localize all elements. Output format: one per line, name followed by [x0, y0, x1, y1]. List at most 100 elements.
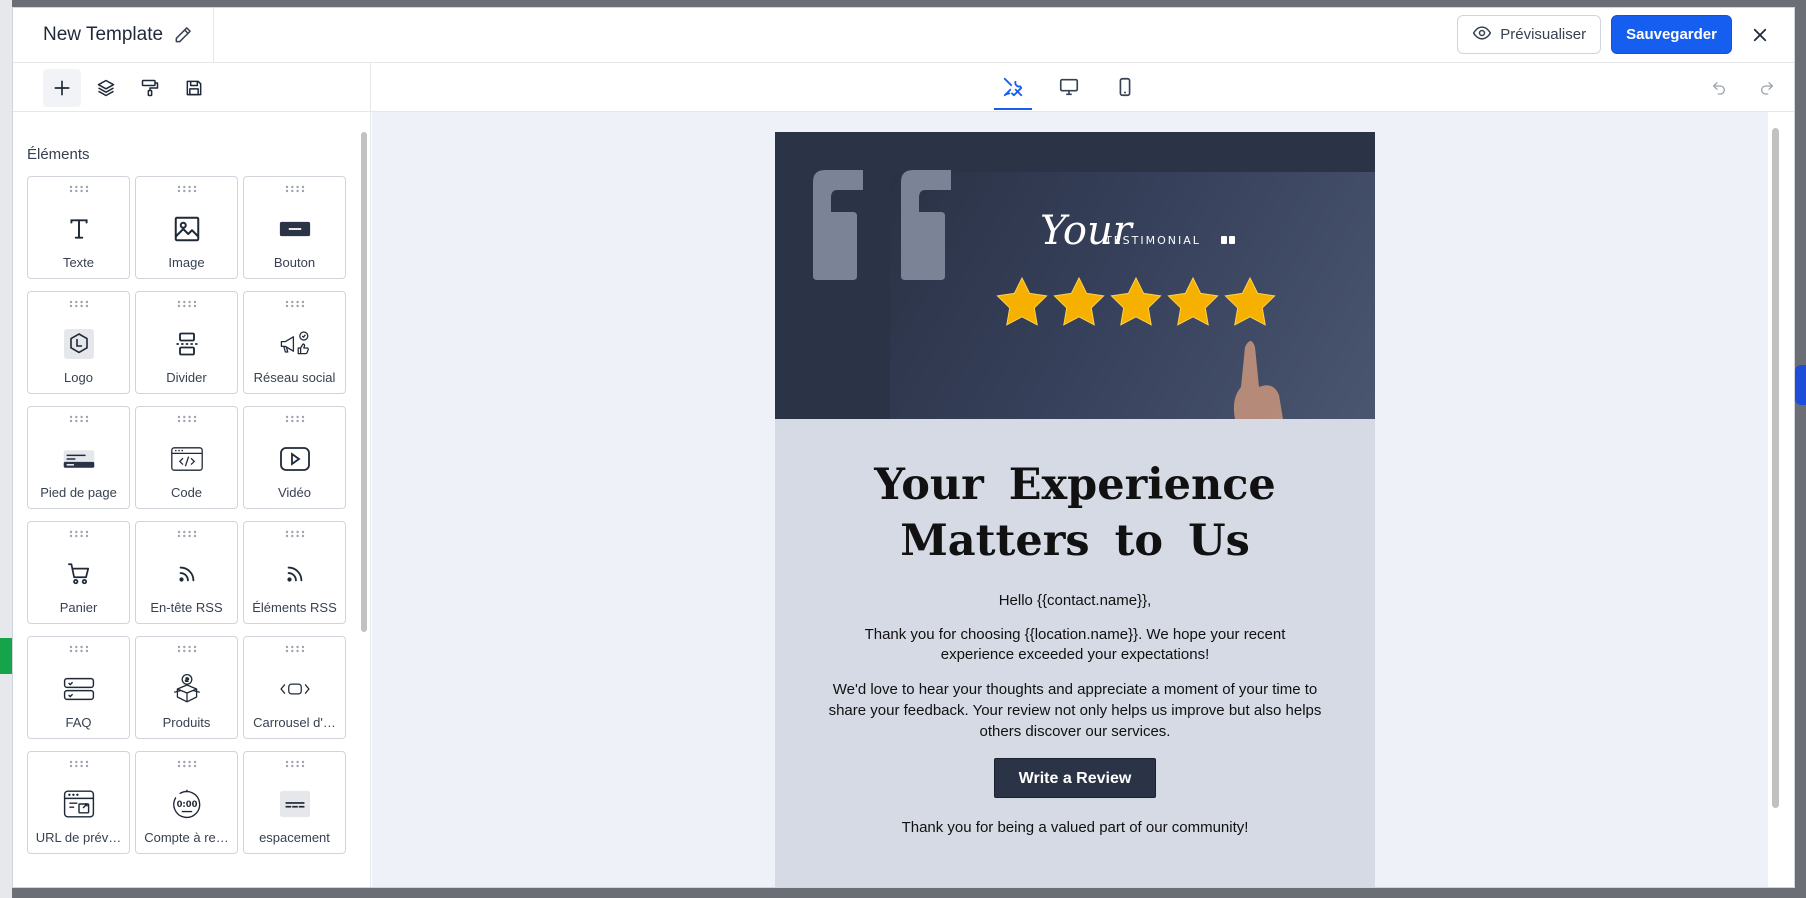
canvas-scrollbar[interactable] — [1772, 128, 1779, 808]
element-tile-image[interactable]: Image — [135, 176, 238, 279]
elements-sidebar: Éléments Texte Image Bouton Logo Divider… — [13, 112, 371, 887]
element-tile-footer[interactable]: Pied de page — [27, 406, 130, 509]
drag-grip-icon[interactable] — [285, 530, 305, 538]
element-tile-countdown[interactable]: 0:00 Compte à re… — [135, 751, 238, 854]
panel-tabs — [13, 63, 371, 112]
floppy-disk-icon[interactable] — [175, 69, 213, 107]
drag-grip-icon[interactable] — [285, 645, 305, 653]
social-icon — [279, 328, 311, 360]
svg-text:0:00: 0:00 — [176, 799, 197, 809]
image-icon — [171, 213, 203, 245]
carousel-icon — [279, 673, 311, 705]
element-tile-cart[interactable]: Panier — [27, 521, 130, 624]
element-tile-faq[interactable]: FAQ — [27, 636, 130, 739]
feedback-paragraph: We'd love to hear your thoughts and appr… — [828, 681, 1322, 740]
element-tile-products[interactable]: Produits — [135, 636, 238, 739]
tile-label: Compte à re… — [144, 830, 229, 845]
preview-button[interactable]: Prévisualiser — [1457, 15, 1602, 54]
plus-icon[interactable] — [43, 68, 81, 107]
drag-grip-icon[interactable] — [69, 530, 89, 538]
write-review-button[interactable]: Write a Review — [993, 758, 1157, 798]
drag-grip-icon[interactable] — [285, 300, 305, 308]
five-star-rating — [996, 276, 1283, 419]
element-tile-rss-items[interactable]: Éléments RSS — [243, 521, 346, 624]
preview-label: Prévisualiser — [1500, 26, 1587, 43]
history-controls — [1700, 63, 1786, 112]
close-icon[interactable] — [1746, 21, 1774, 49]
text-icon — [63, 213, 95, 245]
divider-icon — [171, 328, 203, 360]
drag-grip-icon[interactable] — [285, 185, 305, 193]
save-button[interactable]: Sauvegarder — [1611, 15, 1732, 54]
element-tile-carousel[interactable]: Carrousel d'… — [243, 636, 346, 739]
faq-icon — [63, 673, 95, 705]
header-actions: Prévisualiser Sauvegarder — [1457, 15, 1774, 54]
background-page-strip — [0, 0, 12, 898]
element-tile-rss-header[interactable]: En-tête RSS — [135, 521, 238, 624]
elements-grid: Texte Image Bouton Logo Divider Réseau s… — [27, 176, 346, 854]
tile-label: Carrousel d'… — [253, 715, 336, 730]
redo-icon[interactable] — [1748, 69, 1786, 107]
eye-icon — [1472, 23, 1492, 47]
drag-grip-icon[interactable] — [285, 415, 305, 423]
drag-grip-icon[interactable] — [177, 300, 197, 308]
countdown-icon: 0:00 — [171, 788, 203, 820]
tile-label: espacement — [259, 830, 330, 845]
elements-heading: Éléments — [27, 146, 90, 163]
editor-canvas: Your TESTIMONIAL Your Experience Matters… — [372, 112, 1782, 887]
tile-label: Texte — [62, 255, 95, 270]
layers-icon[interactable] — [87, 69, 125, 107]
undo-icon[interactable] — [1700, 69, 1738, 107]
drag-grip-icon[interactable] — [177, 415, 197, 423]
drag-grip-icon[interactable] — [69, 415, 89, 423]
pencil-icon[interactable] — [173, 25, 193, 45]
mobile-icon[interactable] — [1106, 66, 1144, 110]
element-tile-text[interactable]: Texte — [27, 176, 130, 279]
tile-label: Bouton — [273, 255, 316, 270]
code-icon — [170, 443, 203, 475]
editor-header: New Template Prévisualiser Sauvegarder — [13, 8, 1794, 63]
testimonial-hero-image[interactable]: Your TESTIMONIAL — [775, 132, 1375, 419]
headline-line-1: Your Experience — [874, 460, 1276, 510]
drag-grip-icon[interactable] — [69, 300, 89, 308]
element-tile-code[interactable]: Code — [135, 406, 238, 509]
closing-text: Thank you for being a valued part of our… — [901, 819, 1249, 836]
sidebar-scrollbar[interactable] — [361, 132, 367, 632]
drag-grip-icon[interactable] — [69, 645, 89, 653]
drag-grip-icon[interactable] — [177, 760, 197, 768]
drag-grip-icon[interactable] — [177, 185, 197, 193]
background-blue-tab — [1795, 365, 1806, 405]
tile-label: Panier — [59, 600, 98, 615]
paint-roller-icon[interactable] — [131, 69, 169, 107]
drag-grip-icon[interactable] — [69, 760, 89, 768]
email-preview: Your TESTIMONIAL Your Experience Matters… — [775, 132, 1375, 887]
element-tile-spacer[interactable]: espacement — [243, 751, 346, 854]
element-tile-url-preview[interactable]: URL de prév… — [27, 751, 130, 854]
drag-grip-icon[interactable] — [69, 185, 89, 193]
thank-you-paragraph: Thank you for choosing {{location.name}}… — [864, 626, 1286, 663]
tile-label: FAQ — [65, 715, 92, 730]
element-tile-button[interactable]: Bouton — [243, 176, 346, 279]
products-icon — [171, 673, 203, 705]
drag-grip-icon[interactable] — [177, 530, 197, 538]
element-tile-logo[interactable]: Logo — [27, 291, 130, 394]
drag-grip-icon[interactable] — [177, 645, 197, 653]
template-editor-modal: New Template Prévisualiser Sauvegarder É… — [12, 7, 1795, 888]
email-body[interactable]: Your Experience Matters to Us Hello {{co… — [775, 419, 1375, 887]
template-title: New Template — [43, 24, 164, 45]
tools-icon[interactable] — [994, 66, 1032, 110]
tile-label: En-tête RSS — [150, 600, 223, 615]
element-tile-social[interactable]: Réseau social — [243, 291, 346, 394]
element-tile-divider[interactable]: Divider — [135, 291, 238, 394]
tile-label: Image — [168, 255, 205, 270]
element-tile-video[interactable]: Vidéo — [243, 406, 346, 509]
desktop-icon[interactable] — [1050, 66, 1088, 110]
rss-icon — [171, 558, 203, 590]
tile-label: Vidéo — [277, 485, 311, 500]
drag-grip-icon[interactable] — [285, 760, 305, 768]
tile-label: Divider — [166, 370, 207, 385]
rss-icon — [279, 558, 311, 590]
cart-icon — [63, 558, 95, 590]
background-green-badge — [0, 638, 12, 674]
logo-icon — [63, 328, 95, 360]
